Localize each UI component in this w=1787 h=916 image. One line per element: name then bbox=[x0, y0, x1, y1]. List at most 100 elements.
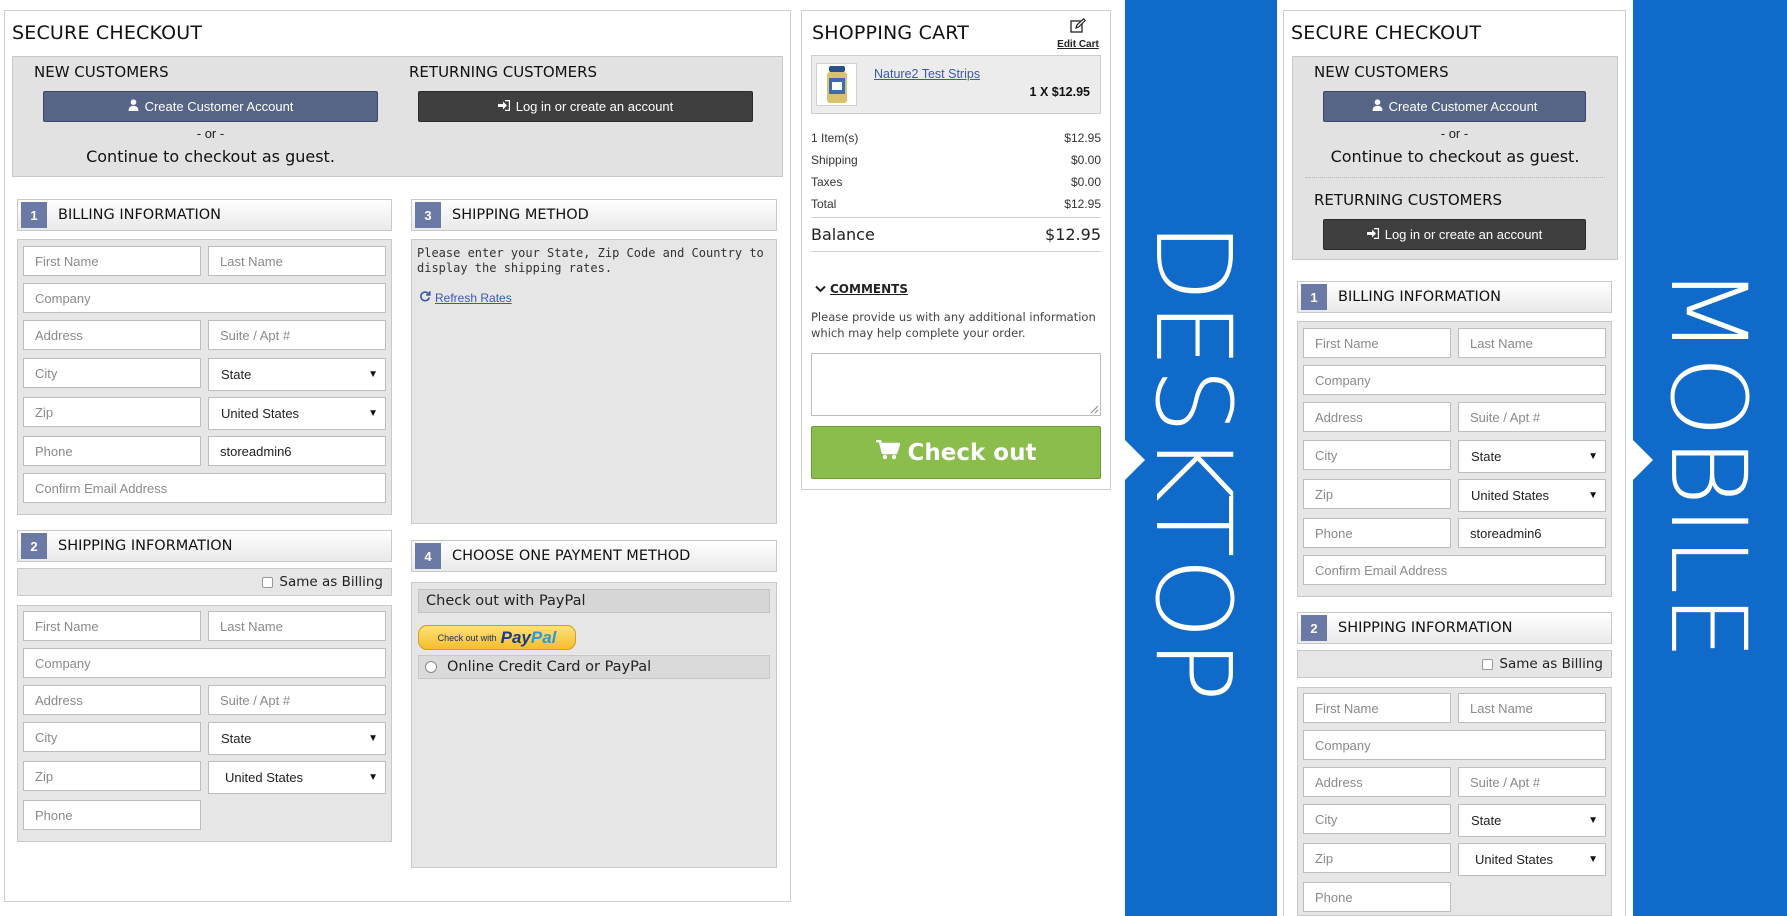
checkout-button[interactable]: Check out bbox=[811, 426, 1101, 479]
shipping-company-field[interactable]: Company bbox=[23, 648, 386, 678]
mobile-shipping-city-field[interactable]: City bbox=[1303, 804, 1451, 834]
shipping-method-header: 3 SHIPPING METHOD bbox=[411, 199, 777, 231]
billing-company-field[interactable]: Company bbox=[23, 283, 386, 313]
billing-country-select[interactable]: United States ▼ bbox=[208, 397, 386, 430]
balance-divider bbox=[811, 251, 1101, 252]
login-button[interactable]: Log in or create an account bbox=[418, 91, 753, 122]
chevron-down-icon: ▼ bbox=[1588, 490, 1598, 501]
same-as-billing-label[interactable]: Same as Billing bbox=[279, 574, 383, 590]
user-icon bbox=[128, 99, 139, 114]
mobile-same-as-billing-checkbox[interactable] bbox=[1482, 658, 1494, 670]
refresh-rates-label[interactable]: Refresh Rates bbox=[435, 291, 512, 305]
credit-card-option-label: Online Credit Card or PayPal bbox=[447, 659, 652, 675]
mobile-billing-state-select[interactable]: State ▼ bbox=[1458, 440, 1606, 473]
sign-in-icon bbox=[1366, 227, 1379, 242]
chevron-down-icon: ▼ bbox=[368, 772, 378, 783]
billing-phone-field[interactable]: Phone bbox=[23, 436, 201, 466]
mobile-login-label: Log in or create an account bbox=[1384, 227, 1543, 242]
mobile-shipping-first-name-field[interactable]: First Name bbox=[1303, 693, 1451, 723]
shipping-method-area bbox=[411, 239, 777, 524]
billing-first-name-field[interactable]: First Name bbox=[23, 246, 201, 276]
shipping-zip-field[interactable]: Zip bbox=[23, 761, 201, 791]
billing-last-name-field[interactable]: Last Name bbox=[208, 246, 386, 276]
edit-cart-label[interactable]: Edit Cart bbox=[1057, 39, 1099, 50]
shipping-state-value: State bbox=[221, 731, 252, 746]
mobile-vertical-label: MOBILE bbox=[1647, 266, 1769, 661]
mobile-billing-header: 1 BILLING INFORMATION bbox=[1297, 281, 1612, 313]
billing-phone2-field[interactable]: storeadmin6 bbox=[208, 436, 386, 466]
mobile-billing-phone2-field[interactable]: storeadmin6 bbox=[1458, 518, 1606, 548]
balance-label: Balance bbox=[811, 225, 875, 244]
checkout-label: Check out bbox=[907, 439, 1037, 466]
same-as-billing-checkbox[interactable] bbox=[262, 576, 274, 588]
mobile-shipping-company-field[interactable]: Company bbox=[1303, 730, 1606, 760]
comments-toggle[interactable]: COMMENTS bbox=[815, 280, 908, 298]
mobile-guest-checkout-text[interactable]: Continue to checkout as guest. bbox=[1292, 147, 1618, 166]
comments-help-text: Please provide us with any additional in… bbox=[811, 310, 1096, 340]
shipping-first-name-field[interactable]: First Name bbox=[23, 611, 201, 641]
billing-suite-field[interactable]: Suite / Apt # bbox=[208, 320, 386, 350]
billing-state-select[interactable]: State ▼ bbox=[208, 358, 386, 391]
mobile-billing-first-name-field[interactable]: First Name bbox=[1303, 328, 1451, 358]
mobile-shipping-suite-field[interactable]: Suite / Apt # bbox=[1458, 767, 1606, 797]
billing-city-field[interactable]: City bbox=[23, 358, 201, 388]
mobile-billing-zip-field[interactable]: Zip bbox=[1303, 479, 1451, 509]
billing-zip-field[interactable]: Zip bbox=[23, 397, 201, 427]
paypal-heading: Check out with PayPal bbox=[418, 589, 770, 613]
mobile-returning-customers-title: RETURNING CUSTOMERS bbox=[1314, 191, 1503, 209]
mobile-shipping-phone-field[interactable]: Phone bbox=[1303, 882, 1451, 912]
comments-textarea[interactable] bbox=[811, 353, 1101, 416]
shipping-suite-field[interactable]: Suite / Apt # bbox=[208, 685, 386, 715]
shipping-method-title: SHIPPING METHOD bbox=[452, 207, 589, 223]
mobile-create-account-button[interactable]: Create Customer Account bbox=[1323, 91, 1586, 122]
mobile-shipping-address-field[interactable]: Address bbox=[1303, 767, 1451, 797]
mobile-billing-phone-field[interactable]: Phone bbox=[1303, 518, 1451, 548]
mobile-billing-suite-field[interactable]: Suite / Apt # bbox=[1458, 402, 1606, 432]
desktop-vertical-label: DESKTOP bbox=[1132, 222, 1254, 703]
shipping-state-select[interactable]: State ▼ bbox=[208, 722, 386, 755]
shipping-phone-field[interactable]: Phone bbox=[23, 800, 201, 830]
summary-label: Total bbox=[811, 197, 837, 211]
mobile-billing-company-field[interactable]: Company bbox=[1303, 365, 1606, 395]
product-image[interactable] bbox=[816, 63, 857, 106]
credit-card-option[interactable]: Online Credit Card or PayPal bbox=[418, 655, 770, 679]
chevron-down-icon: ▼ bbox=[368, 408, 378, 419]
mobile-billing-address-field[interactable]: Address bbox=[1303, 402, 1451, 432]
summary-value: $12.95 bbox=[1064, 197, 1101, 211]
billing-address-field[interactable]: Address bbox=[23, 320, 201, 350]
sign-in-icon bbox=[497, 99, 510, 114]
credit-card-radio[interactable] bbox=[425, 661, 437, 673]
mobile-billing-last-name-field[interactable]: Last Name bbox=[1458, 328, 1606, 358]
shipping-last-name-field[interactable]: Last Name bbox=[208, 611, 386, 641]
mobile-shipping-info-title: SHIPPING INFORMATION bbox=[1338, 620, 1513, 636]
refresh-rates-link[interactable]: Refresh Rates bbox=[419, 289, 512, 307]
guest-checkout-text[interactable]: Continue to checkout as guest. bbox=[43, 147, 378, 166]
mobile-shipping-country-select[interactable]: United States ▼ bbox=[1458, 843, 1606, 876]
user-icon bbox=[1372, 99, 1383, 114]
balance-value: $12.95 bbox=[1045, 225, 1101, 244]
mobile-shipping-last-name-field[interactable]: Last Name bbox=[1458, 693, 1606, 723]
billing-confirm-email-field[interactable]: Confirm Email Address bbox=[23, 473, 386, 503]
mobile-billing-country-select[interactable]: United States ▼ bbox=[1458, 479, 1606, 512]
shopping-cart-title: SHOPPING CART bbox=[812, 22, 970, 44]
mobile-billing-title: BILLING INFORMATION bbox=[1338, 289, 1501, 305]
summary-label: Taxes bbox=[811, 175, 843, 189]
summary-label: Shipping bbox=[811, 153, 858, 167]
summary-row-total: Total $12.95 bbox=[811, 197, 1101, 219]
mobile-billing-city-field[interactable]: City bbox=[1303, 440, 1451, 470]
mobile-same-as-billing-label[interactable]: Same as Billing bbox=[1499, 656, 1603, 672]
create-account-button[interactable]: Create Customer Account bbox=[43, 91, 378, 122]
billing-country-value: United States bbox=[221, 406, 300, 421]
shipping-address-field[interactable]: Address bbox=[23, 685, 201, 715]
mobile-billing-confirm-email-field[interactable]: Confirm Email Address bbox=[1303, 555, 1606, 585]
edit-cart-link[interactable]: Edit Cart bbox=[1056, 17, 1100, 52]
paypal-checkout-button[interactable]: Check out with PayPal bbox=[418, 625, 576, 650]
mobile-login-button[interactable]: Log in or create an account bbox=[1323, 219, 1586, 250]
mobile-shipping-state-select[interactable]: State ▼ bbox=[1458, 804, 1606, 837]
shipping-country-select[interactable]: United States ▼ bbox=[208, 761, 386, 794]
cart-item-name-link[interactable]: Nature2 Test Strips bbox=[874, 67, 980, 81]
mobile-shipping-zip-field[interactable]: Zip bbox=[1303, 843, 1451, 873]
shipping-city-field[interactable]: City bbox=[23, 722, 201, 752]
payment-title: CHOOSE ONE PAYMENT METHOD bbox=[452, 548, 691, 564]
resize-handle-icon[interactable] bbox=[1090, 405, 1099, 414]
